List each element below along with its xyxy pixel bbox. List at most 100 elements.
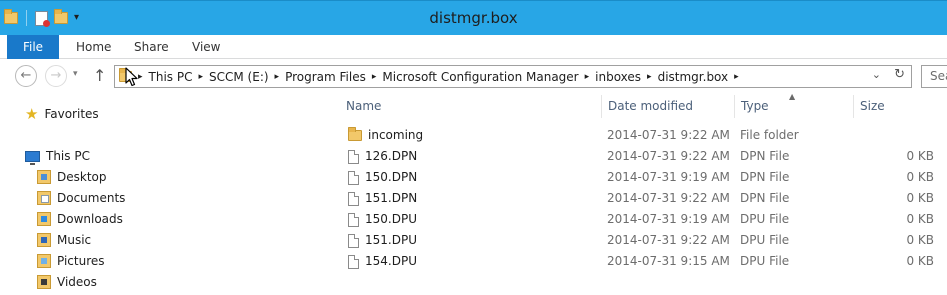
breadcrumb-configuration-manager[interactable]: Microsoft Configuration Manager — [382, 70, 578, 84]
file-icon — [348, 191, 359, 206]
file-size: 0 KB — [906, 254, 934, 268]
star-icon: ★ — [25, 104, 39, 123]
file-name: 154.DPU — [365, 254, 417, 268]
table-row[interactable]: 151.DPU 2014-07-31 9:22 AM DPU File 0 KB — [340, 230, 934, 251]
tab-home[interactable]: Home — [76, 35, 111, 59]
file-type: DPU File — [740, 233, 790, 247]
file-name: 151.DPN — [365, 191, 418, 205]
nav-item-videos[interactable]: Videos — [37, 272, 97, 292]
breadcrumb-sccm-drive[interactable]: SCCM (E:) — [209, 70, 269, 84]
recent-locations-icon[interactable]: ▾ — [73, 69, 78, 79]
file-date: 2014-07-31 9:22 AM — [607, 128, 730, 142]
breadcrumb-inboxes[interactable]: inboxes — [595, 70, 641, 84]
quick-access-toolbar: ▾ — [4, 7, 79, 29]
file-type: DPU File — [740, 212, 790, 226]
chevron-right-icon[interactable]: ▸ — [372, 72, 377, 82]
breadcrumb-this-pc[interactable]: This PC — [149, 70, 193, 84]
tab-share[interactable]: Share — [134, 35, 169, 59]
breadcrumb-program-files[interactable]: Program Files — [285, 70, 366, 84]
nav-item-label: Favorites — [44, 107, 99, 121]
nav-item-documents[interactable]: Documents — [37, 188, 125, 208]
file-icon — [348, 254, 359, 269]
customize-qat-icon[interactable]: ▾ — [74, 7, 79, 29]
file-type: DPN File — [740, 191, 790, 205]
desktop-icon — [37, 170, 51, 184]
chevron-right-icon[interactable]: ▸ — [198, 72, 203, 82]
nav-item-label: Desktop — [57, 170, 107, 184]
table-row[interactable]: 151.DPN 2014-07-31 9:22 AM DPN File 0 KB — [340, 188, 934, 209]
table-row[interactable]: 150.DPU 2014-07-31 9:19 AM DPU File 0 KB — [340, 209, 934, 230]
table-row[interactable]: 154.DPU 2014-07-31 9:15 AM DPU File 0 KB — [340, 251, 934, 272]
nav-item-music[interactable]: Music — [37, 230, 91, 250]
file-size: 0 KB — [906, 170, 934, 184]
file-type: DPU File — [740, 254, 790, 268]
new-folder-icon[interactable] — [54, 9, 68, 24]
address-bar[interactable]: ▸ This PC ▸ SCCM (E:) ▸ Program Files ▸ … — [114, 65, 912, 88]
computer-icon — [25, 150, 40, 165]
documents-icon — [37, 191, 51, 205]
file-type: DPN File — [740, 149, 790, 163]
file-date: 2014-07-31 9:22 AM — [607, 233, 730, 247]
table-row[interactable]: 126.DPN 2014-07-31 9:22 AM DPN File 0 KB — [340, 146, 934, 167]
tab-file[interactable]: File — [7, 35, 59, 59]
file-icon — [348, 233, 359, 248]
file-name: 126.DPN — [365, 149, 418, 163]
nav-item-label: Music — [57, 233, 92, 247]
file-size: 0 KB — [906, 212, 934, 226]
file-date: 2014-07-31 9:22 AM — [607, 191, 730, 205]
file-icon — [348, 212, 359, 227]
file-list: ▲ Name Date modified Type Size incoming … — [328, 92, 947, 295]
up-button[interactable]: ↑ — [93, 65, 106, 87]
file-name: incoming — [368, 128, 424, 142]
tab-view[interactable]: View — [192, 35, 220, 59]
nav-item-desktop[interactable]: Desktop — [37, 167, 107, 187]
column-header-name[interactable]: Name — [340, 95, 602, 118]
table-row[interactable]: incoming 2014-07-31 9:22 AM File folder — [340, 125, 934, 146]
column-header-date-modified[interactable]: Date modified — [602, 95, 735, 118]
nav-item-downloads[interactable]: Downloads — [37, 209, 123, 229]
nav-item-pictures[interactable]: Pictures — [37, 251, 105, 271]
title-bar: distmgr.box ▾ — [0, 0, 947, 35]
file-name: 150.DPU — [365, 212, 417, 226]
videos-icon — [37, 275, 51, 289]
nav-item-label: Videos — [57, 275, 97, 289]
nav-item-label: Pictures — [57, 254, 105, 268]
file-name: 150.DPN — [365, 170, 418, 184]
nav-item-favorites[interactable]: ★ Favorites — [25, 104, 99, 124]
nav-item-this-pc[interactable]: This PC — [25, 146, 90, 166]
column-header-size[interactable]: Size — [854, 95, 934, 118]
file-date: 2014-07-31 9:22 AM — [607, 149, 730, 163]
address-dropdown-icon[interactable]: ⌄ — [872, 68, 881, 81]
file-name: 151.DPU — [365, 233, 417, 247]
back-button[interactable]: ← — [15, 65, 37, 87]
search-input[interactable]: Sea — [921, 65, 947, 88]
navigation-pane: ★ Favorites This PC Desktop Documents Do… — [0, 95, 328, 295]
table-row[interactable]: 150.DPN 2014-07-31 9:19 AM DPN File 0 KB — [340, 167, 934, 188]
file-type: DPN File — [740, 170, 790, 184]
file-icon — [348, 170, 359, 185]
file-size: 0 KB — [906, 233, 934, 247]
breadcrumb-distmgr-box[interactable]: distmgr.box — [658, 70, 729, 84]
refresh-icon[interactable]: ↻ — [894, 67, 905, 82]
properties-icon[interactable] — [35, 10, 50, 27]
folder-icon[interactable] — [4, 9, 18, 24]
file-size: 0 KB — [906, 149, 934, 163]
ribbon-tabs: File Home Share View — [0, 35, 947, 59]
chevron-right-icon[interactable]: ▸ — [275, 72, 280, 82]
column-header-type[interactable]: Type — [735, 95, 854, 118]
chevron-right-icon[interactable]: ▸ — [585, 72, 590, 82]
file-size — [854, 125, 934, 146]
file-icon — [348, 149, 359, 164]
nav-item-label: Documents — [57, 191, 126, 205]
forward-button[interactable]: → — [45, 65, 67, 87]
qat-separator — [26, 10, 27, 26]
mouse-cursor-icon — [125, 67, 138, 87]
file-date: 2014-07-31 9:19 AM — [607, 212, 730, 226]
file-type: File folder — [740, 128, 799, 142]
file-date: 2014-07-31 9:19 AM — [607, 170, 730, 184]
chevron-right-icon[interactable]: ▸ — [647, 72, 652, 82]
nav-item-label: Downloads — [57, 212, 123, 226]
chevron-right-icon[interactable]: ▸ — [734, 72, 739, 82]
window-title: distmgr.box — [429, 9, 518, 27]
pictures-icon — [37, 254, 51, 268]
